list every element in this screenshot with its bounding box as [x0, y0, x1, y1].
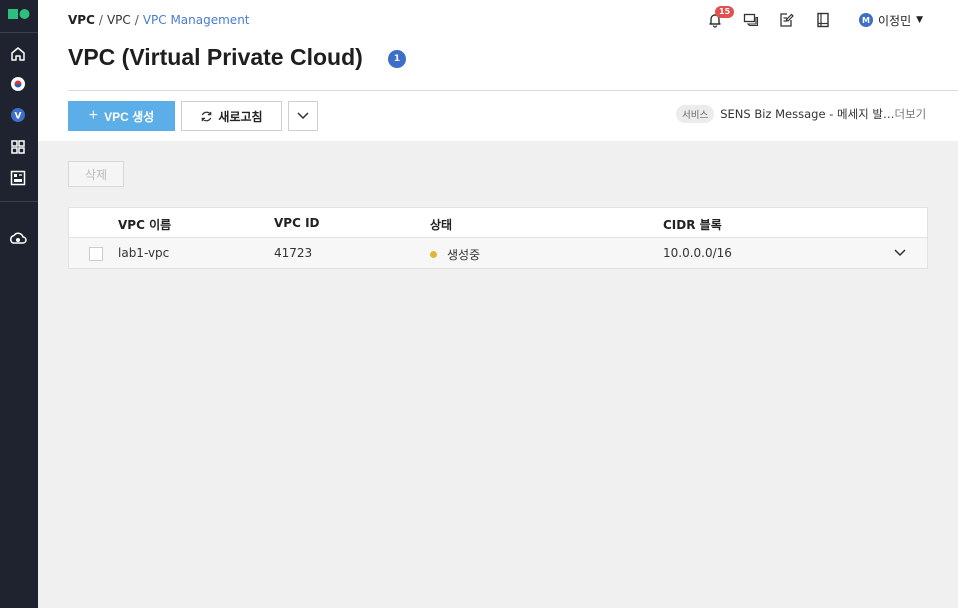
column-header-status[interactable]: 상태 [430, 216, 452, 233]
chat-icon [743, 13, 759, 27]
table-row[interactable]: lab1-vpc 41723 생성중 10.0.0.0/16 [69, 238, 927, 268]
header-toolbar: 15 M 이정민 ▼ [705, 6, 923, 30]
caret-down-icon: ▼ [916, 15, 924, 25]
status-text: 생성중 [447, 248, 481, 262]
breadcrumb: VPC / VPC / VPC Management [68, 13, 250, 27]
notification-badge: 15 [715, 6, 735, 18]
edit-note-button[interactable] [777, 10, 797, 30]
refresh-button[interactable]: 새로고침 [181, 101, 282, 131]
book-icon [817, 12, 829, 28]
page-title: VPC (Virtual Private Cloud) [68, 44, 363, 70]
chevron-down-icon [894, 249, 906, 257]
refresh-label: 새로고침 [218, 109, 263, 124]
vpc-name-cell[interactable]: lab1-vpc [118, 246, 169, 260]
sidebar-divider [0, 32, 38, 33]
refresh-icon [202, 111, 212, 121]
logo[interactable] [8, 8, 30, 20]
svg-text:V: V [15, 112, 22, 122]
delete-button[interactable]: 삭제 [68, 161, 124, 187]
notice-more-link[interactable]: 더보기 [894, 106, 926, 122]
column-header-id[interactable]: VPC ID [274, 216, 320, 230]
notice-tag: 서비스 [676, 105, 715, 123]
service-notice: 서비스 SENS Biz Message - 메세지 발… 더보기 [676, 105, 926, 123]
avatar: M [859, 13, 873, 27]
more-actions-dropdown[interactable] [288, 101, 318, 131]
column-header-cidr[interactable]: CIDR 블록 [663, 216, 722, 233]
guide-book-button[interactable] [813, 10, 833, 30]
notifications-button[interactable]: 15 [705, 6, 735, 30]
create-vpc-label: VPC 생성 [104, 109, 155, 124]
chat-button[interactable] [741, 10, 761, 30]
table-header: VPC 이름 VPC ID 상태 CIDR 블록 [69, 208, 927, 238]
breadcrumb-vpc[interactable]: VPC [107, 13, 131, 27]
chevron-down-icon [297, 112, 309, 120]
status-dot [430, 251, 437, 258]
plus-icon: + [88, 107, 99, 124]
breadcrumb-current[interactable]: VPC Management [143, 13, 250, 27]
cidr-cell: 10.0.0.0/16 [663, 246, 732, 260]
breadcrumb-separator: / [98, 13, 103, 27]
row-expand-button[interactable] [893, 246, 907, 260]
vpc-table: VPC 이름 VPC ID 상태 CIDR 블록 lab1-vpc 41723 … [68, 207, 928, 269]
vpc-id-cell: 41723 [274, 246, 313, 260]
user-menu[interactable]: M 이정민 ▼ [859, 12, 923, 29]
home-icon[interactable] [8, 44, 28, 64]
row-checkbox[interactable] [89, 247, 103, 261]
cloud-settings-icon[interactable] [8, 229, 28, 249]
sidebar: V [0, 0, 38, 608]
user-name: 이정민 [878, 13, 912, 28]
grid-apps-icon[interactable] [8, 137, 28, 157]
breadcrumb-root[interactable]: VPC [68, 13, 95, 27]
column-header-name[interactable]: VPC 이름 [118, 216, 171, 233]
create-vpc-button[interactable]: + VPC 생성 [68, 101, 175, 131]
status-cell: 생성중 [430, 246, 480, 263]
vpc-count-badge: 1 [388, 50, 406, 68]
edit-note-icon [780, 13, 794, 27]
notice-text[interactable]: SENS Biz Message - 메세지 발… [720, 106, 894, 122]
header-divider [68, 90, 958, 91]
breadcrumb-separator: / [134, 13, 139, 27]
vpc-v-icon[interactable]: V [8, 105, 28, 125]
korea-flag-icon[interactable] [8, 74, 28, 94]
sidebar-divider [0, 201, 38, 202]
dashboard-icon[interactable] [8, 168, 28, 188]
